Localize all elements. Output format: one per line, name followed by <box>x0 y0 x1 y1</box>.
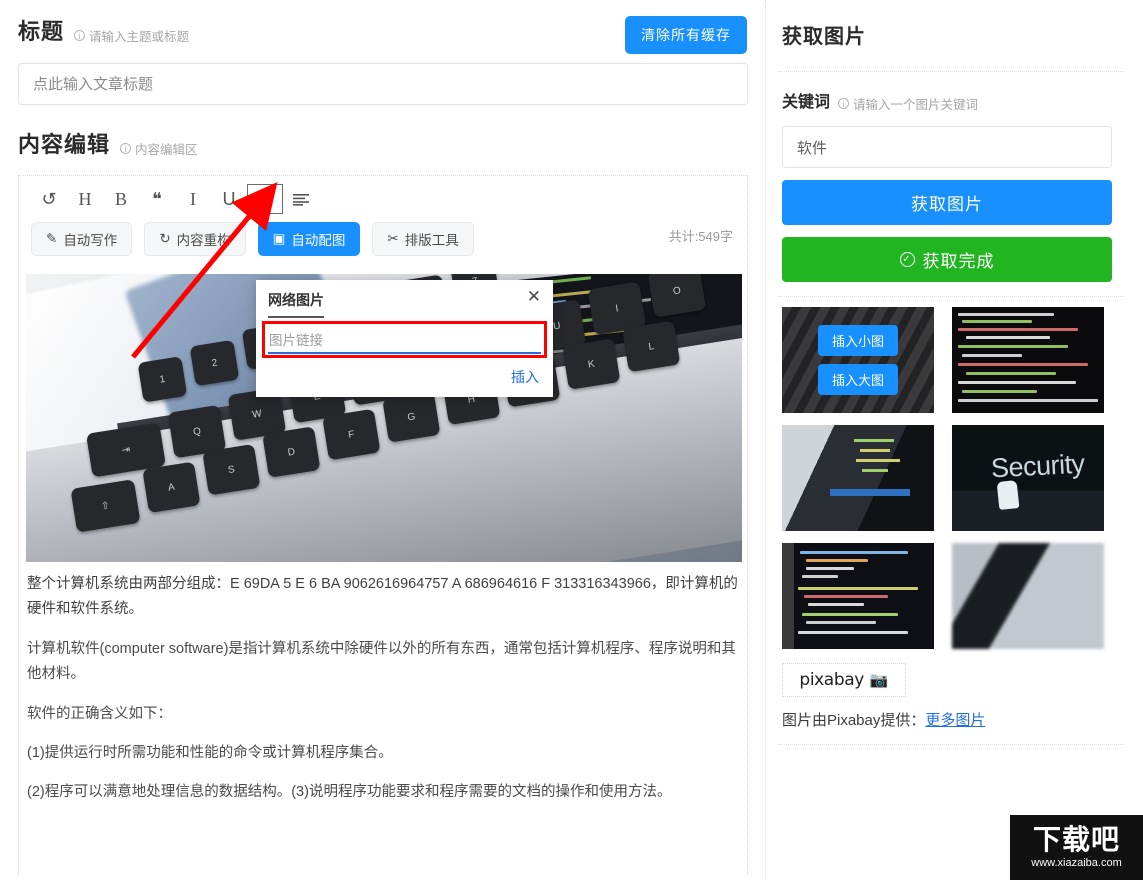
body-paragraph: 整个计算机系统由两部分组成：E 69DA 5 E 6 BA 9062616964… <box>27 576 738 618</box>
thumbnail-item[interactable] <box>782 425 934 531</box>
content-hint: i 内容编辑区 <box>120 139 198 158</box>
underline-icon[interactable]: U <box>211 184 247 214</box>
info-icon: i <box>838 98 850 109</box>
article-hero-image: ⇥ Q W E R T Y U I O 1 2 3 4 5 6 7 <box>26 274 742 562</box>
thumbnail-hover-overlay: 插入小图 插入大图 <box>782 307 934 413</box>
heading-icon[interactable]: H <box>67 184 103 214</box>
app-root: 标题 i 请输入主题或标题 清除所有缓存 内容编辑 i 内容编辑区 ↺ H B … <box>0 0 1143 880</box>
insert-small-image-button[interactable]: 插入小图 <box>817 325 898 356</box>
modal-field-wrapper <box>262 321 547 358</box>
thumbnail-item[interactable]: 插入小图 插入大图 <box>782 307 934 413</box>
thumbnail-item[interactable]: Security <box>952 425 1104 531</box>
pixabay-wordmark: pixabay <box>799 670 864 690</box>
keyword-row: 关键词 i 请输入一个图片关键词 <box>778 88 1125 113</box>
insert-button[interactable]: 插入 <box>511 367 539 387</box>
image-glyph <box>258 193 272 205</box>
scissors-icon: ✂ <box>387 231 399 246</box>
keyword-hint: i 请输入一个图片关键词 <box>838 94 978 113</box>
image-icon[interactable] <box>247 184 283 214</box>
format-toolbar: ↺ H B ❝ I U <box>19 176 747 218</box>
page-title: 标题 <box>18 19 65 44</box>
cursor-hand-icon <box>996 480 1020 510</box>
thumbnail-item[interactable] <box>952 307 1104 413</box>
content-rewrite-button[interactable]: ↻ 内容重构 <box>144 222 246 256</box>
refresh-icon: ↻ <box>159 231 171 246</box>
align-glyph <box>293 193 309 206</box>
watermark-url: www.xiazaiba.com <box>1031 857 1122 869</box>
keyword-input[interactable] <box>782 126 1112 168</box>
fetch-complete-button[interactable]: ✓ 获取完成 <box>782 237 1112 282</box>
layout-tool-label: 排版工具 <box>404 233 459 248</box>
camera-icon: 📷 <box>869 672 889 689</box>
auto-write-button[interactable]: ✎ 自动写作 <box>31 222 133 256</box>
pixabay-logo: pixabay 📷 <box>782 663 906 697</box>
undo-icon[interactable]: ↺ <box>31 184 67 214</box>
thumbnail-item[interactable] <box>952 543 1104 649</box>
content-rewrite-label: 内容重构 <box>176 233 231 248</box>
body-paragraph: (2)程序可以满意地处理信息的数据结构。(3)说明程序功能要求和程序需要的文档的… <box>27 784 672 801</box>
body-paragraph: (1)提供运行时所需功能和性能的命令或计算机程序集合。 <box>27 744 393 761</box>
divider <box>778 744 1125 745</box>
auto-image-label: 自动配图 <box>291 233 346 248</box>
bold-icon[interactable]: B <box>103 184 139 214</box>
modal-title: 网络图片 <box>268 280 324 318</box>
credit-text: 图片由Pixabay提供： <box>782 712 926 729</box>
thumbnail-grid: 插入小图 插入大图 Security <box>782 307 1114 649</box>
auto-write-label: 自动写作 <box>63 233 118 248</box>
image-grid-icon: ▣ <box>272 231 286 246</box>
image-credit: 图片由Pixabay提供：更多图片 <box>782 709 1125 730</box>
panel-title: 获取图片 <box>782 26 866 48</box>
title-section-header: 标题 i 请输入主题或标题 清除所有缓存 <box>18 14 747 54</box>
check-circle-icon: ✓ <box>899 252 915 267</box>
auto-image-button[interactable]: ▣ 自动配图 <box>257 222 361 256</box>
watermark-title: 下载吧 <box>1032 823 1120 856</box>
article-body: 整个计算机系统由两部分组成：E 69DA 5 E 6 BA 9062616964… <box>27 572 741 806</box>
layout-tool-button[interactable]: ✂ 排版工具 <box>372 222 474 256</box>
pencil-icon: ✎ <box>46 231 58 246</box>
info-icon: i <box>120 143 132 154</box>
more-images-link[interactable]: 更多图片 <box>925 712 985 729</box>
thumbnail-item[interactable] <box>782 543 934 649</box>
editor-panel: 标题 i 请输入主题或标题 清除所有缓存 内容编辑 i 内容编辑区 ↺ H B … <box>0 0 766 880</box>
content-section-header: 内容编辑 i 内容编辑区 <box>18 127 747 159</box>
info-icon: i <box>74 30 86 41</box>
align-icon[interactable] <box>283 184 319 214</box>
fetch-images-button[interactable]: 获取图片 <box>782 180 1112 225</box>
ai-action-row: ✎ 自动写作 ↻ 内容重构 ▣ 自动配图 ✂ 排版工具 共计:549字 <box>19 218 747 266</box>
content-hint-text: 内容编辑区 <box>135 143 198 157</box>
article-title-input[interactable] <box>18 63 748 105</box>
thumbnail-text: Security <box>990 448 1086 483</box>
word-count-label: 共计:549字 <box>668 229 733 244</box>
clear-cache-button[interactable]: 清除所有缓存 <box>625 16 747 54</box>
italic-icon[interactable]: I <box>175 184 211 214</box>
site-watermark: 下载吧 www.xiazaiba.com <box>1010 815 1143 880</box>
close-icon[interactable]: ✕ <box>527 288 541 305</box>
title-hint-text: 请输入主题或标题 <box>89 30 190 44</box>
fetch-complete-label: 获取完成 <box>922 252 995 271</box>
image-fetch-panel: 获取图片 关键词 i 请输入一个图片关键词 获取图片 ✓ 获取完成 插入小图 插… <box>766 0 1143 880</box>
quote-icon[interactable]: ❝ <box>139 184 175 214</box>
title-hint: i 请输入主题或标题 <box>74 26 189 45</box>
insert-large-image-button[interactable]: 插入大图 <box>817 364 898 395</box>
editor-container: ↺ H B ❝ I U ✎ 自动写作 ↻ 内容重构 ▣ 自动配图 ✂ 排版工具 … <box>18 175 748 875</box>
body-paragraph: 软件的正确含义如下： <box>27 705 172 722</box>
keyword-label: 关键词 <box>782 94 831 111</box>
image-url-input[interactable] <box>268 330 541 354</box>
divider <box>778 71 1125 72</box>
network-image-modal: 网络图片 ✕ 插入 <box>256 280 553 397</box>
body-paragraph: 计算机软件(computer software)是指计算机系统中除硬件以外的所有… <box>27 640 736 683</box>
content-title: 内容编辑 <box>18 132 111 157</box>
divider <box>778 296 1125 297</box>
keyword-hint-text: 请输入一个图片关键词 <box>853 98 979 112</box>
